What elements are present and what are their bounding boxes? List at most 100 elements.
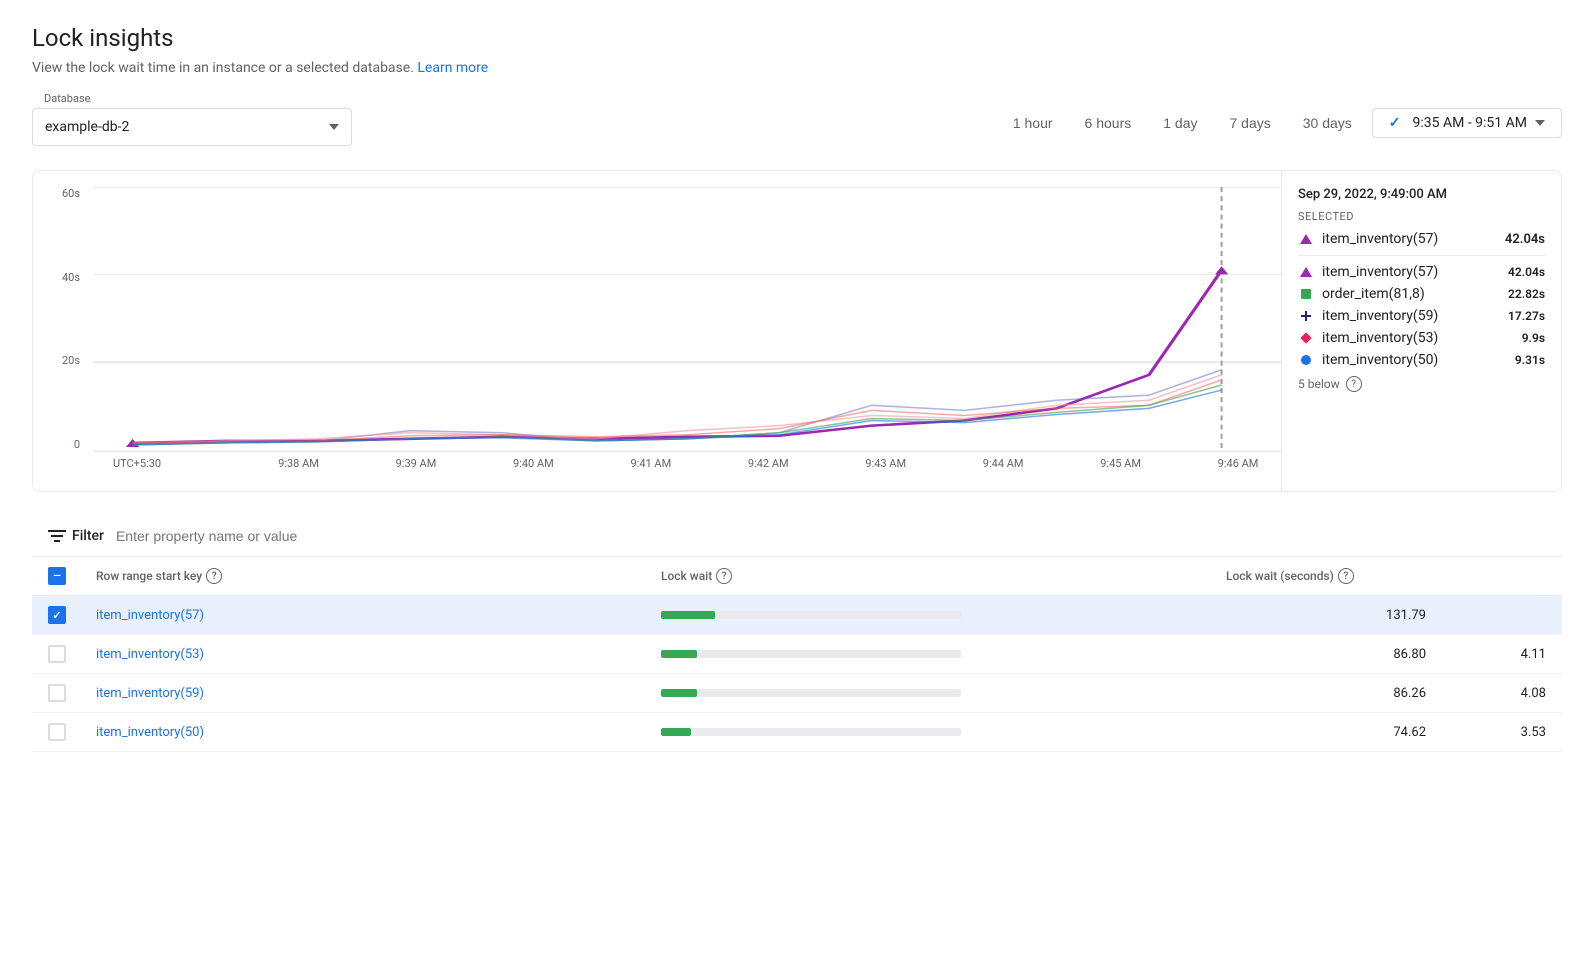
table-row: item_inventory(59) 86.26 4.08 (32, 674, 1562, 713)
row-0-seconds: 131.79 (1226, 608, 1426, 623)
y-label-20: 20s (62, 354, 80, 367)
row-2-seconds: 86.26 (1226, 686, 1426, 701)
table-row: item_inventory(53) 86.80 4.11 (32, 635, 1562, 674)
time-btn-1hour[interactable]: 1 hour (1001, 109, 1065, 137)
row-0-lock-wait-bar (661, 611, 1226, 619)
x-label-938: 9:38 AM (278, 457, 319, 470)
header-lock-wait-seconds: Lock wait (seconds) ? (1226, 568, 1426, 584)
learn-more-link[interactable]: Learn more (417, 60, 488, 76)
x-label-939: 9:39 AM (396, 457, 437, 470)
dropdown-arrow-icon (329, 124, 339, 130)
row-3-bar-bg (661, 728, 961, 736)
database-label: Database (40, 92, 94, 105)
row-0-bar-fill (661, 611, 715, 619)
y-label-60: 60s (62, 187, 80, 200)
legend-value-0: 42.04s (1508, 265, 1545, 279)
header-lockwait-sec-help[interactable]: ? (1338, 568, 1354, 584)
legend-name-3: item_inventory(53) (1322, 330, 1438, 346)
legend-icon-4 (1298, 352, 1314, 368)
legend-item-0: item_inventory(57) 42.04s (1298, 264, 1545, 280)
database-dropdown[interactable]: example-db-2 (32, 108, 352, 146)
tooltip-selected-label: SELECTED (1298, 210, 1545, 223)
header-lockwait-help[interactable]: ? (716, 568, 732, 584)
controls-row: Database example-db-2 1 hour 6 hours 1 d… (32, 100, 1562, 146)
row-3-lock-wait-bar (661, 728, 1226, 736)
y-axis: 60s 40s 20s 0 (33, 187, 88, 451)
row-3-seconds: 74.62 (1226, 725, 1426, 740)
filter-input[interactable] (116, 528, 1546, 544)
header-checkbox[interactable] (48, 567, 66, 585)
header-row-key: Row range start key ? (96, 568, 661, 584)
legend-item-1: order_item(81,8) 22.82s (1298, 286, 1545, 302)
time-btn-6hours[interactable]: 6 hours (1073, 109, 1144, 137)
legend-icon-2 (1298, 308, 1314, 324)
table-header: Row range start key ? Lock wait ? Lock w… (32, 557, 1562, 596)
row-2-bar-fill (661, 689, 697, 697)
chart-area: 60s 40s 20s 0 (33, 171, 1561, 491)
row-2-checkbox[interactable] (48, 684, 66, 702)
row-0-bar-bg (661, 611, 961, 619)
database-selector: Database example-db-2 (32, 100, 352, 146)
filter-label: Filter (72, 528, 104, 544)
row-2-bar-bg (661, 689, 961, 697)
page-title: Lock insights (32, 24, 1562, 52)
row-3-bar-fill (661, 728, 691, 736)
row-3-checkbox[interactable] (48, 723, 66, 741)
time-btn-30days[interactable]: 30 days (1291, 109, 1364, 137)
row-2-lock-wait-bar (661, 689, 1226, 697)
row-1-seconds: 86.80 (1226, 647, 1426, 662)
header-rowkey-help[interactable]: ? (206, 568, 222, 584)
check-icon: ✓ (1389, 115, 1401, 131)
filter-icon-wrapper: Filter (48, 528, 104, 544)
tooltip-selected-name: item_inventory(57) (1322, 231, 1438, 247)
row-1-checkbox[interactable] (48, 645, 66, 663)
database-selected-value: example-db-2 (45, 119, 129, 135)
row-1-bar-bg (661, 650, 961, 658)
chart-section: 60s 40s 20s 0 (32, 170, 1562, 492)
x-label-942: 9:42 AM (748, 457, 789, 470)
time-range-label: 9:35 AM - 9:51 AM (1413, 115, 1527, 131)
row-0-key-link[interactable]: item_inventory(57) (96, 608, 204, 623)
header-lock-wait: Lock wait ? (661, 568, 1226, 584)
header-checkbox-cell (48, 567, 96, 585)
below-help-icon[interactable]: ? (1346, 376, 1362, 392)
row-1-key: item_inventory(53) (96, 646, 661, 662)
legend-icon-0 (1298, 264, 1314, 280)
row-1-lock-wait-bar (661, 650, 1226, 658)
y-label-0: 0 (74, 438, 80, 451)
time-btn-7days[interactable]: 7 days (1218, 109, 1283, 137)
legend-value-4: 9.31s (1515, 353, 1545, 367)
row-2-key-link[interactable]: item_inventory(59) (96, 686, 204, 701)
filter-row: Filter (32, 516, 1562, 557)
row-1-bar-fill (661, 650, 697, 658)
legend-item-3: item_inventory(53) 9.9s (1298, 330, 1545, 346)
row-2-key: item_inventory(59) (96, 685, 661, 701)
x-label-941: 9:41 AM (630, 457, 671, 470)
selected-series-icon (1298, 231, 1314, 247)
legend-value-1: 22.82s (1508, 287, 1545, 301)
page-subtitle: View the lock wait time in an instance o… (32, 60, 1562, 76)
tooltip-divider (1298, 255, 1545, 256)
x-label-946: 9:46 AM (1218, 457, 1259, 470)
legend-icon-3 (1298, 330, 1314, 346)
table-container: Row range start key ? Lock wait ? Lock w… (32, 557, 1562, 752)
legend-value-2: 17.27s (1508, 309, 1545, 323)
time-range-dropdown-icon (1535, 120, 1545, 126)
time-controls: 1 hour 6 hours 1 day 7 days 30 days ✓ 9:… (1001, 108, 1562, 138)
row-1-extra: 4.11 (1426, 647, 1546, 662)
row-3-checkbox-cell (48, 723, 96, 741)
row-2-checkbox-cell (48, 684, 96, 702)
legend-item-4: item_inventory(50) 9.31s (1298, 352, 1545, 368)
x-label-utc: UTC+5:30 (113, 457, 161, 470)
row-3-key-link[interactable]: item_inventory(50) (96, 725, 204, 740)
legend-name-0: item_inventory(57) (1322, 264, 1438, 280)
row-0-checkbox[interactable] (48, 606, 66, 624)
time-btn-1day[interactable]: 1 day (1151, 109, 1209, 137)
time-range-picker[interactable]: ✓ 9:35 AM - 9:51 AM (1372, 108, 1562, 138)
row-0-checkbox-cell (48, 606, 96, 624)
legend-name-1: order_item(81,8) (1322, 286, 1425, 302)
legend-name-4: item_inventory(50) (1322, 352, 1438, 368)
y-label-40: 40s (62, 271, 80, 284)
chart-svg (93, 187, 1281, 451)
row-1-key-link[interactable]: item_inventory(53) (96, 647, 204, 662)
